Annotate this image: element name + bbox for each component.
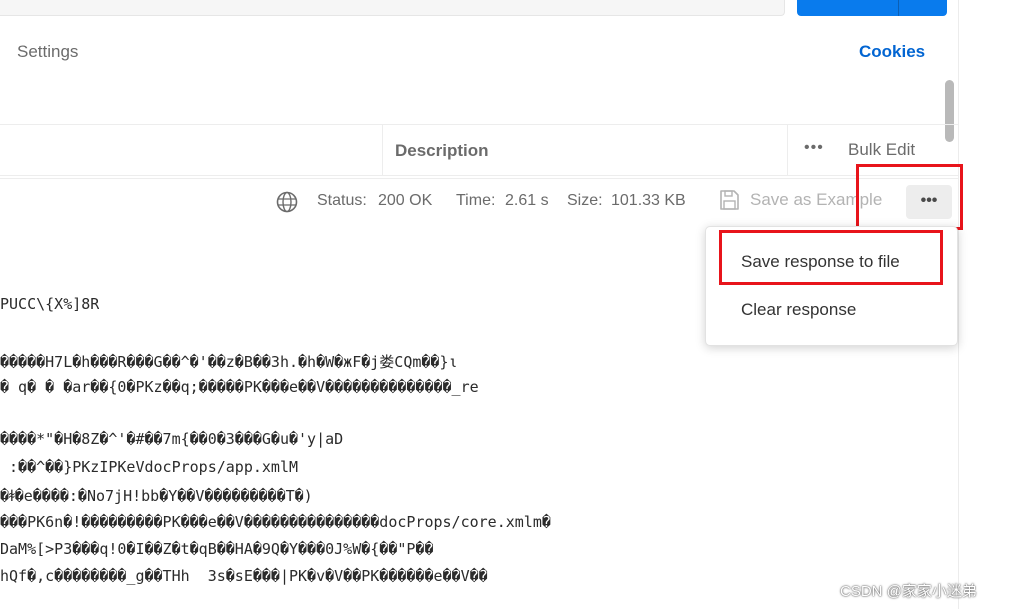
column-separator [382, 125, 383, 175]
bulk-edit-button[interactable]: Bulk Edit [848, 140, 915, 160]
time-value[interactable]: 2.61 s [505, 192, 549, 210]
params-table-header: Description ••• Bulk Edit [0, 124, 958, 176]
save-icon [720, 190, 739, 210]
response-body-line: hQf�,c��������_g��THh 3s�sE���|PK�v�V��P… [0, 567, 488, 585]
response-body-line: ����*"�H�8Z�^'�#��7m{��0�3���G�u�'y|aD [0, 430, 344, 448]
description-column-header: Description [395, 141, 489, 160]
response-body-line: PUCC\{X%]8R [0, 295, 100, 313]
response-body-line: :��^��}PKzIPKeVdocProps/app.xmlM [0, 458, 299, 476]
highlight-box-more [856, 164, 963, 230]
response-body-line: DaM%[>P3���q!0�I��Z�t�qB��HA�9Q�Y���0J%W… [0, 540, 434, 558]
send-button-split [898, 0, 899, 16]
highlight-box-save [719, 230, 943, 285]
tab-settings[interactable]: Settings [17, 42, 78, 62]
status-label: Status: [317, 192, 367, 209]
response-body-line: �����H7L�h���R���G��^�'��z�B��3h.�h�W�жF… [0, 353, 458, 371]
column-separator [787, 125, 788, 175]
time-label: Time: [456, 192, 496, 209]
response-body-line: � q� � �ar��{0�PKz��q;�����PK���e��V����… [0, 378, 479, 396]
globe-icon[interactable] [276, 191, 298, 213]
size-label: Size: [567, 192, 603, 209]
send-button[interactable] [797, 0, 947, 16]
watermark: CSDN @家家小迷弟 [840, 583, 977, 600]
response-body-line: ���PK6n�!���������PK���e��V�������������… [0, 513, 551, 531]
menu-item-clear-response[interactable]: Clear response [741, 300, 856, 320]
response-divider [0, 178, 958, 179]
status-value[interactable]: 200 OK [378, 192, 432, 210]
url-input[interactable] [0, 0, 785, 16]
size-value[interactable]: 101.33 KB [611, 192, 686, 210]
cookies-link[interactable]: Cookies [859, 42, 925, 62]
table-more-button[interactable]: ••• [804, 139, 824, 157]
right-panel-divider [958, 0, 959, 609]
response-body-line: �ꬸ�e����:�No7jH!bb�Y��V���������T�) [0, 487, 313, 505]
